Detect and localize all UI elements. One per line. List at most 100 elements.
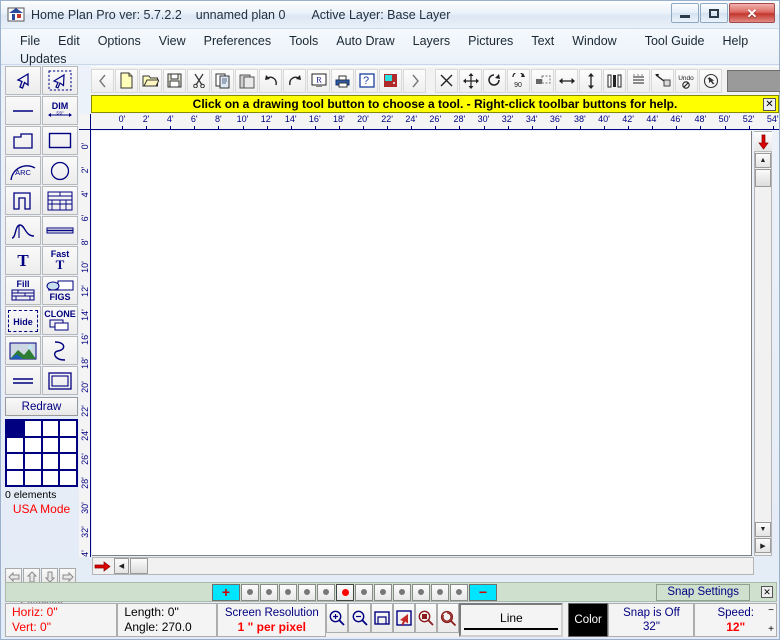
- slider-dot[interactable]: [393, 584, 411, 601]
- speed-panel[interactable]: Speed: 12" − +: [694, 603, 776, 637]
- print-icon[interactable]: [331, 69, 354, 93]
- color-swatch[interactable]: [59, 437, 77, 454]
- slider-dot-active[interactable]: [336, 584, 354, 601]
- save-disk-icon[interactable]: [163, 69, 186, 93]
- zoom-out-button[interactable]: [348, 603, 370, 633]
- menu-file[interactable]: File: [11, 34, 49, 48]
- slider-dot[interactable]: [260, 584, 278, 601]
- line-tool[interactable]: [5, 96, 41, 125]
- color-swatch[interactable]: [6, 453, 24, 470]
- resolution-panel[interactable]: Screen Resolution 1 " per pixel: [217, 603, 326, 637]
- menu-view[interactable]: View: [150, 34, 195, 48]
- rotate-90-icon[interactable]: 90: [507, 69, 530, 93]
- color-swatch[interactable]: [59, 470, 77, 487]
- scroll-up-button[interactable]: ▲: [755, 153, 771, 168]
- move-icon[interactable]: [459, 69, 482, 93]
- snap-panel[interactable]: Snap is Off 32": [608, 603, 694, 637]
- zoom-selection-button[interactable]: [393, 603, 415, 633]
- zoom-window-button[interactable]: [415, 603, 437, 633]
- select-box-arrow-tool[interactable]: [42, 66, 78, 95]
- scroll-down-button[interactable]: ▼: [755, 522, 771, 537]
- copy-icon[interactable]: [211, 69, 234, 93]
- color-swatch[interactable]: [24, 453, 42, 470]
- speed-increase-button[interactable]: +: [768, 625, 774, 634]
- slider-dot[interactable]: [431, 584, 449, 601]
- wall-tool[interactable]: [5, 186, 41, 215]
- zoom-previous-button[interactable]: [437, 603, 459, 633]
- slider-plus-button[interactable]: +: [212, 584, 240, 601]
- window-grid-tool[interactable]: [42, 186, 78, 215]
- undo-zero-icon[interactable]: Undo: [675, 69, 698, 93]
- align-rows-icon[interactable]: [627, 69, 650, 93]
- color-swatch-grid[interactable]: [5, 419, 78, 487]
- drawing-canvas[interactable]: [92, 131, 752, 556]
- slider-dot[interactable]: [298, 584, 316, 601]
- vertical-resize-icon[interactable]: [579, 69, 602, 93]
- paste-icon[interactable]: [235, 69, 258, 93]
- color-swatch[interactable]: [42, 453, 60, 470]
- menu-edit[interactable]: Edit: [49, 34, 89, 48]
- circle-tool[interactable]: [42, 156, 78, 185]
- undo-icon[interactable]: [259, 69, 282, 93]
- figures-tool[interactable]: FIGS: [42, 276, 78, 305]
- fill-tool[interactable]: Fill: [5, 276, 41, 305]
- prev-arrow-icon[interactable]: [91, 69, 114, 93]
- slider-dot[interactable]: [279, 584, 297, 601]
- exit-door-icon[interactable]: [379, 69, 402, 93]
- picture-tool[interactable]: [5, 336, 41, 365]
- cut-scissors-icon[interactable]: [187, 69, 210, 93]
- vertical-scrollbar[interactable]: ▲ ▼ ▶: [754, 131, 772, 556]
- horizontal-resize-icon[interactable]: [555, 69, 578, 93]
- redo-icon[interactable]: [283, 69, 306, 93]
- scroll-origin-right-icon[interactable]: [93, 558, 113, 574]
- delete-x-icon[interactable]: [435, 69, 458, 93]
- select-region-icon[interactable]: [531, 69, 554, 93]
- color-swatch[interactable]: [42, 470, 60, 487]
- color-swatch[interactable]: [24, 470, 42, 487]
- color-swatch[interactable]: [6, 437, 24, 454]
- snap-settings-button[interactable]: Snap Settings: [656, 584, 750, 601]
- stair-tool[interactable]: [5, 216, 41, 245]
- curve-tool[interactable]: [42, 336, 78, 365]
- dimension-tool[interactable]: DIM 5'0": [42, 96, 78, 125]
- slider-dot[interactable]: [450, 584, 468, 601]
- horizontal-scroll-thumb[interactable]: [130, 558, 148, 574]
- double-line-tool[interactable]: [5, 366, 41, 395]
- menu-preferences[interactable]: Preferences: [195, 34, 280, 48]
- menu-help[interactable]: Help: [713, 34, 757, 48]
- redraw-button[interactable]: Redraw: [5, 397, 78, 416]
- rotate-icon[interactable]: [483, 69, 506, 93]
- menu-auto-draw[interactable]: Auto Draw: [327, 34, 403, 48]
- zoom-fit-button[interactable]: [371, 603, 393, 633]
- color-swatch[interactable]: [59, 420, 77, 437]
- arc-tool[interactable]: ARC: [5, 156, 41, 185]
- frame-tool[interactable]: [42, 366, 78, 395]
- color-swatch[interactable]: [6, 420, 24, 437]
- menu-tools[interactable]: Tools: [280, 34, 327, 48]
- slider-dot[interactable]: [412, 584, 430, 601]
- rectangle-tool[interactable]: [42, 126, 78, 155]
- open-folder-icon[interactable]: [139, 69, 162, 93]
- menu-pictures[interactable]: Pictures: [459, 34, 522, 48]
- color-swatch[interactable]: [59, 453, 77, 470]
- slider-dot[interactable]: [374, 584, 392, 601]
- hint-close-icon[interactable]: ✕: [763, 98, 776, 111]
- slider-minus-button[interactable]: −: [469, 584, 497, 601]
- slider-dot[interactable]: [241, 584, 259, 601]
- slider-dot[interactable]: [317, 584, 335, 601]
- clone-tool[interactable]: CLONE: [42, 306, 78, 335]
- menu-options[interactable]: Options: [89, 34, 150, 48]
- scroll-page-button[interactable]: ▶: [755, 538, 771, 553]
- color-swatch[interactable]: [24, 437, 42, 454]
- new-document-icon[interactable]: [115, 69, 138, 93]
- close-button[interactable]: ✕: [729, 3, 775, 23]
- fast-text-tool[interactable]: Fast T: [42, 246, 78, 275]
- beam-tool[interactable]: [42, 216, 78, 245]
- align-columns-icon[interactable]: [603, 69, 626, 93]
- color-swatch[interactable]: [24, 420, 42, 437]
- maximize-button[interactable]: [700, 3, 728, 23]
- hide-tool[interactable]: Hide: [5, 306, 41, 335]
- vertical-scroll-thumb[interactable]: [755, 169, 771, 187]
- color-swatch[interactable]: [42, 420, 60, 437]
- line-style-button[interactable]: Line: [459, 603, 563, 637]
